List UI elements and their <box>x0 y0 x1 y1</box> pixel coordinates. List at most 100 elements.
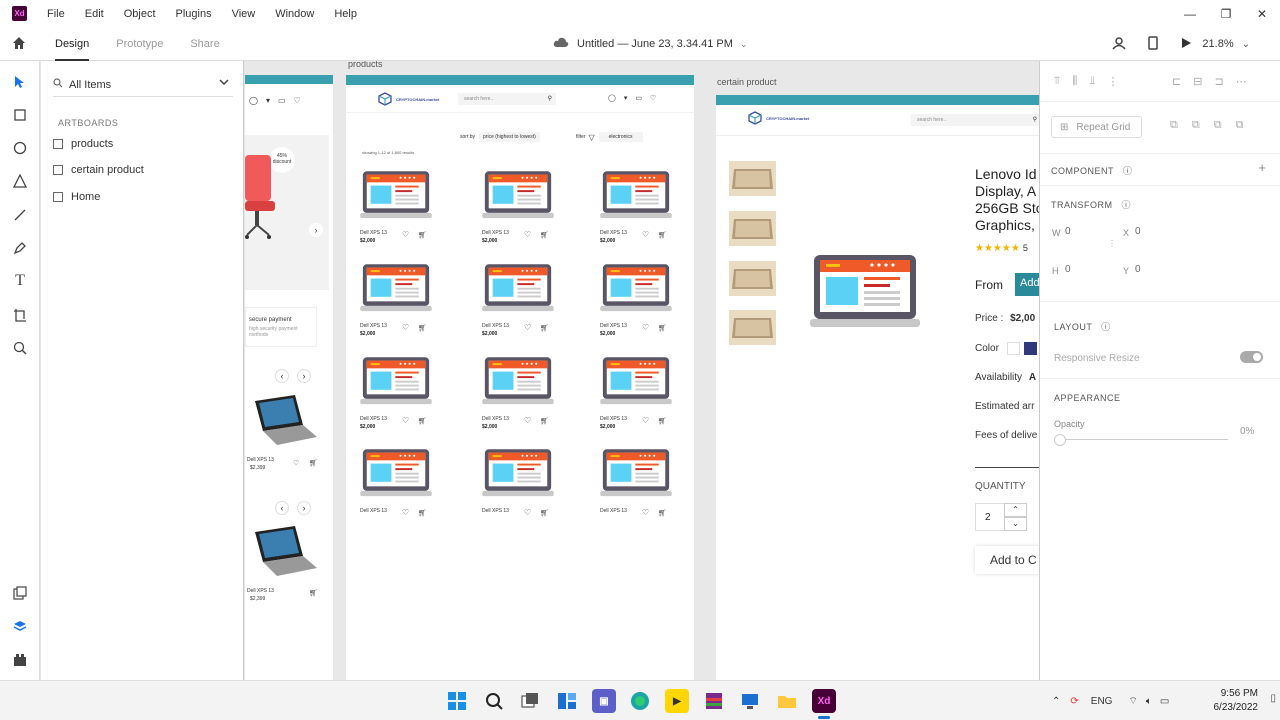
menu-view[interactable]: View <box>232 8 256 20</box>
filter-control[interactable]: filter ▽ electronics <box>576 132 643 142</box>
close-button[interactable]: ✕ <box>1244 0 1280 27</box>
heart-icon[interactable]: ♡ <box>642 416 649 425</box>
lock-aspect-icon[interactable]: ⋮ <box>1108 239 1116 248</box>
align-bottom-icon[interactable]: ⫫ <box>1089 75 1095 88</box>
product-card[interactable]: Dell XPS 13 $2,000 ♡ 🛒︎ <box>600 263 676 349</box>
opacity-value[interactable]: 0% <box>1240 426 1254 437</box>
edge-icon[interactable] <box>628 689 652 713</box>
device-preview-icon[interactable] <box>1148 35 1159 53</box>
cart-icon[interactable]: 🛒︎ <box>418 417 427 425</box>
add-to-cart-button[interactable]: Add to C <box>975 546 1039 574</box>
sync-icon[interactable]: ⟳ <box>1070 696 1078 707</box>
start-icon[interactable] <box>445 689 469 713</box>
product-thumbnail[interactable] <box>729 261 776 296</box>
heart-icon[interactable]: ♡ <box>524 323 531 332</box>
search-icon[interactable] <box>482 689 506 713</box>
carousel-prev-button[interactable]: ‹ <box>275 501 289 515</box>
add-icon[interactable]: ⧉ <box>1170 119 1178 132</box>
menu-window[interactable]: Window <box>275 8 314 20</box>
menu-help[interactable]: Help <box>334 8 357 20</box>
heart-icon[interactable]: ♡ <box>524 416 531 425</box>
document-title[interactable]: Untitled — June 23, 3.34.41 PM ⌄ <box>553 27 747 61</box>
artboard-home[interactable]: ◯ ▾ ▭ ♡ 45% discount › secure payment hi… <box>245 75 333 680</box>
heart-icon[interactable]: ♡ <box>402 416 409 425</box>
chevron-up-icon[interactable]: ⌃ <box>1052 696 1060 707</box>
file-explorer-icon[interactable] <box>775 689 799 713</box>
align-top-icon[interactable]: ⫪ <box>1054 75 1060 88</box>
align-middle-icon[interactable]: ⫼ <box>1072 75 1077 88</box>
minimize-button[interactable]: — <box>1172 0 1208 27</box>
polygon-tool-icon[interactable] <box>11 172 29 190</box>
align-left-icon[interactable]: ⊏ <box>1172 75 1181 88</box>
responsive-resize-toggle[interactable] <box>1240 351 1263 363</box>
widgets-icon[interactable] <box>555 689 579 713</box>
clock[interactable]: 9:56 PM 6/23/2022 <box>1214 687 1259 715</box>
heart-icon[interactable]: ♡ <box>402 323 409 332</box>
chevron-down-icon[interactable] <box>219 77 229 90</box>
search-input[interactable]: search here.. ⚲ <box>458 93 556 105</box>
artboard-certain-product[interactable]: CRYPTOCHAIN.market search here.. ⚲ Lenov… <box>716 95 1039 680</box>
player-app-icon[interactable]: ▶ <box>665 689 689 713</box>
battery-icon[interactable]: ▭ <box>1160 696 1169 707</box>
y-input[interactable]: 0 <box>1135 264 1141 275</box>
task-view-icon[interactable] <box>518 689 542 713</box>
color-swatch-navy[interactable] <box>1023 342 1037 355</box>
align-right-icon[interactable]: ⊐ <box>1214 75 1223 88</box>
tab-design[interactable]: Design <box>55 27 90 61</box>
tab-prototype[interactable]: Prototype <box>116 27 163 61</box>
cart-icon[interactable]: 🛒︎ <box>309 459 318 467</box>
artboard-item-certain-product[interactable]: certain product <box>53 164 144 176</box>
intersect-icon[interactable]: ⧉ <box>1214 119 1222 132</box>
wifi-icon[interactable]: ⌔ <box>1128 695 1137 708</box>
heart-icon[interactable]: ♡ <box>642 230 649 239</box>
product-thumbnail[interactable] <box>729 310 776 345</box>
add-component-button[interactable]: + <box>1258 160 1266 175</box>
x-input[interactable]: 0 <box>1135 226 1141 237</box>
receipt-icon[interactable]: ▭ <box>635 94 642 102</box>
chevron-down-icon[interactable]: ⌄ <box>1242 39 1250 50</box>
menu-plugins[interactable]: Plugins <box>176 8 212 20</box>
carousel-next-button[interactable]: › <box>297 369 311 383</box>
sort-control[interactable]: sort by price (highest to lowest) <box>460 132 540 142</box>
volume-icon[interactable]: 🔈︎ <box>1146 696 1152 707</box>
distribute-horizontal-icon[interactable]: ⋯ <box>1236 75 1247 88</box>
artboard-item-home[interactable]: Home <box>53 191 100 203</box>
product-card[interactable]: Dell XPS 13 $2,000 ♡ 🛒︎ <box>600 356 676 442</box>
plugins-icon[interactable] <box>11 651 29 669</box>
artboard-products[interactable]: CRYPTOCHAIN.market search here.. ⚲ ◯ ▾ ▭… <box>346 75 694 680</box>
cart-icon[interactable]: 🛒︎ <box>418 509 427 517</box>
assets-icon[interactable] <box>11 584 29 602</box>
rectangle-tool-icon[interactable] <box>11 106 29 124</box>
ellipse-tool-icon[interactable] <box>11 139 29 157</box>
heart-icon[interactable]: ♡ <box>293 459 299 467</box>
language-indicator[interactable]: ENG <box>1091 696 1113 707</box>
teams-icon[interactable]: ▣ <box>592 689 616 713</box>
product-card[interactable]: Dell XPS 13 ♡ 🛒︎ <box>360 448 436 534</box>
cart-icon[interactable]: 🛒︎ <box>658 509 667 517</box>
repeat-grid-button[interactable]: ⊞ Repeat Grid <box>1051 116 1142 138</box>
quantity-stepper[interactable]: 2 ⌃ ⌄ <box>975 503 1027 531</box>
cart-icon[interactable]: 🛒︎ <box>658 324 667 332</box>
cart-icon[interactable]: ▾ <box>624 94 628 102</box>
user-icon[interactable]: ◯ <box>608 94 616 102</box>
product-card[interactable]: Dell XPS 13 $2,000 ♡ 🛒︎ <box>360 170 436 256</box>
opacity-slider[interactable] <box>1060 439 1228 440</box>
heart-icon[interactable]: ♡ <box>402 508 409 517</box>
cart-icon[interactable]: 🛒︎ <box>418 324 427 332</box>
heart-icon[interactable]: ♡ <box>642 508 649 517</box>
menu-edit[interactable]: Edit <box>85 8 104 20</box>
play-icon[interactable] <box>1180 37 1192 52</box>
exclude-icon[interactable]: ⧉ <box>1236 119 1244 132</box>
remote-desktop-icon[interactable] <box>738 689 762 713</box>
add-button[interactable]: Add <box>1015 273 1039 296</box>
heart-icon[interactable]: ♡ <box>650 94 656 102</box>
artboard-label-products[interactable]: products <box>348 61 383 69</box>
quantity-down-icon[interactable]: ⌄ <box>1004 517 1027 531</box>
quantity-up-icon[interactable]: ⌃ <box>1004 503 1027 517</box>
product-card[interactable]: Dell XPS 13 $2,000 ♡ 🛒︎ <box>600 170 676 256</box>
search-input[interactable]: search here.. ⚲ <box>911 114 1039 126</box>
cart-icon[interactable]: 🛒︎ <box>540 509 549 517</box>
align-center-icon[interactable]: ⊟ <box>1193 75 1202 88</box>
heart-icon[interactable]: ♡ <box>524 508 531 517</box>
menu-file[interactable]: File <box>47 8 65 20</box>
